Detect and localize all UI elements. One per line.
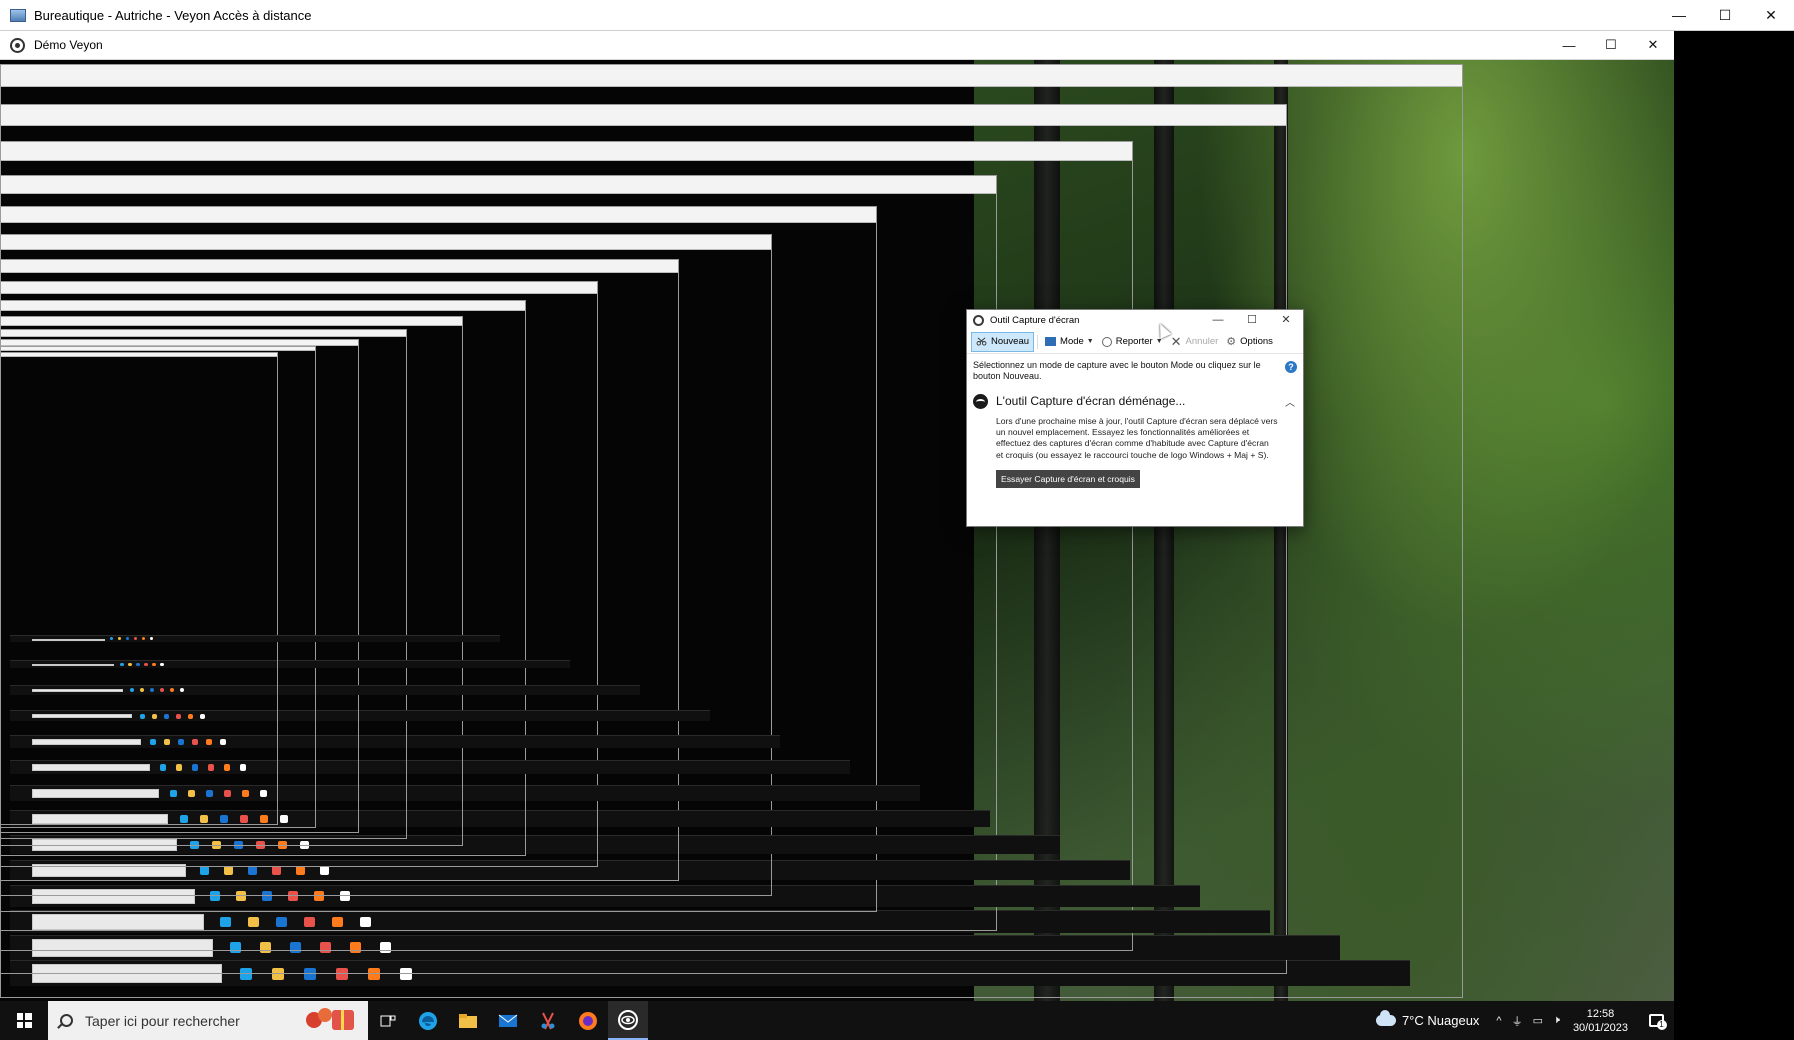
clock[interactable]: 12:58 30/01/2023 [1573,1007,1628,1035]
remote-desktop-icon [10,8,26,22]
file-explorer-icon[interactable] [448,1001,488,1040]
snip-panel-body: Lors d'une prochaine mise à jour, l'outi… [996,416,1278,460]
options-button[interactable]: ⚙ Options [1222,332,1277,352]
system-tray: 7°C Nuageux ^ ⏚ ▭ 🕨 12:58 30/01/2023 1 [1375,1001,1674,1040]
gear-icon: ⚙ [1226,336,1237,348]
nested-titlebar [1,340,358,346]
new-snip-button[interactable]: Nouveau [971,331,1035,352]
snip-maximize-button[interactable]: ☐ [1235,310,1269,330]
network-icon[interactable]: ▭ [1533,1014,1543,1027]
notification-icon: 1 [1648,1014,1667,1030]
delay-button[interactable]: Reporter ▼ [1098,332,1167,352]
nested-titlebar [1,330,407,337]
outer-close-button[interactable]: ✕ [1748,0,1794,30]
taskbar-search[interactable]: Taper ici pour rechercher [48,1001,368,1040]
nested-taskbar [10,635,500,642]
nested-titlebar [1,142,1132,161]
nested-titlebar [1,260,679,273]
mode-button[interactable]: Mode ▼ [1041,332,1098,352]
snip-panel-title: L'outil Capture d'écran déménage... [996,394,1186,408]
demo-minimize-button[interactable]: — [1548,31,1590,59]
notification-count: 1 [1656,1020,1667,1030]
cloud-icon [1375,1010,1396,1026]
clock-date: 30/01/2023 [1572,1021,1628,1034]
demo-maximize-button[interactable]: ☐ [1590,31,1632,59]
nested-titlebar [1,105,1287,126]
taskbar: Taper ici pour rechercher 7°C Nuageux ^ … [0,1001,1674,1040]
nested-titlebar [1,207,877,223]
try-snip-sketch-button[interactable]: Essayer Capture d'écran et croquis [996,469,1140,488]
snip-minimize-button[interactable]: — [1201,310,1235,330]
nested-titlebar [1,301,526,311]
nested-titlebar [1,235,772,250]
nested-titlebar [1,347,315,351]
mode-label: Mode [1060,336,1084,347]
demo-window-title: Démo Veyon [34,38,103,52]
notification-center-button[interactable]: 1 [1638,1001,1674,1040]
task-view-icon[interactable] [368,1001,408,1040]
snip-sketch-icon [973,393,988,409]
firefox-icon[interactable] [568,1001,608,1040]
snipping-tool-title: Outil Capture d'écran [990,314,1080,326]
snip-hint-text: Sélectionnez un mode de capture avec le … [967,354,1303,388]
snipping-tool-window[interactable]: Outil Capture d'écran — ☐ ✕ Nouveau Mode… [966,309,1304,527]
chevron-up-icon[interactable]: ︿ [1285,394,1295,409]
outer-window-controls: — ☐ ✕ [1656,0,1794,30]
mode-icon [1045,337,1057,346]
snip-panel-header: L'outil Capture d'écran déménage... ︿ [973,390,1297,412]
search-placeholder: Taper ici pour rechercher [85,1012,240,1029]
volume-icon[interactable]: 🕨 [1553,1014,1560,1027]
scissors-icon [976,337,987,346]
search-highlight-icon [304,1006,358,1034]
outer-maximize-button[interactable]: ☐ [1702,0,1748,30]
snipping-tool-titlebar[interactable]: Outil Capture d'écran — ☐ ✕ [967,310,1303,330]
snipping-tool-icon [973,314,984,326]
windows-logo-icon [16,1013,32,1028]
nested-titlebar [1,282,597,294]
cancel-x-icon: ✕ [1170,333,1182,349]
outer-window-title: Bureautique - Autriche - Veyon Accès à d… [34,7,312,23]
nested-titlebar [1,317,462,326]
veyon-icon [10,37,25,53]
usb-icon[interactable]: ⏚ [1512,1013,1523,1029]
edge-icon[interactable] [408,1001,448,1040]
mail-icon[interactable] [488,1001,528,1040]
weather-widget[interactable]: 7°C Nuageux [1402,1013,1479,1028]
demo-window-titlebar[interactable]: Démo Veyon — ☐ ✕ [0,31,1674,60]
hint-text: Sélectionnez un mode de capture avec le … [973,360,1261,381]
chevron-down-icon: ▼ [1086,338,1094,345]
remote-screen-viewport[interactable]: Outil Capture d'écran — ☐ ✕ Nouveau Mode… [0,60,1674,1040]
cancel-button[interactable]: ✕ Annuler [1167,332,1223,352]
chevron-down-icon: ▼ [1155,338,1163,345]
nested-titlebar [1,353,277,357]
nested-screen-frame [0,352,278,825]
toolbar-divider [1037,334,1039,349]
veyon-icon[interactable] [608,1001,648,1040]
snipping-tool-controls: — ☐ ✕ [1201,310,1303,330]
chevron-up-icon[interactable]: ^ [1496,1015,1501,1027]
nested-titlebar [1,65,1462,87]
snipping-tool-toolbar: Nouveau Mode ▼ Reporter ▼ ✕ Annuler ⚙ Op… [967,330,1303,354]
snip-app-icon[interactable] [528,1001,568,1040]
clock-time: 12:58 [1586,1007,1615,1020]
outer-window-titlebar[interactable]: Bureautique - Autriche - Veyon Accès à d… [0,0,1794,31]
nested-titlebar [1,176,996,194]
demo-window-controls: — ☐ ✕ [1548,31,1674,59]
cancel-label: Annuler [1185,336,1219,347]
clock-icon [1101,336,1112,347]
new-snip-label: Nouveau [991,336,1030,347]
black-margin [1674,31,1794,1040]
options-label: Options [1240,336,1273,347]
search-icon [60,1014,73,1027]
snip-move-panel: L'outil Capture d'écran déménage... ︿ Lo… [973,390,1297,488]
delay-label: Reporter [1115,336,1153,347]
outer-minimize-button[interactable]: — [1656,0,1702,30]
help-icon[interactable]: ? [1285,361,1297,373]
snip-close-button[interactable]: ✕ [1269,310,1303,330]
demo-close-button[interactable]: ✕ [1632,31,1674,59]
start-button[interactable] [0,1001,48,1040]
